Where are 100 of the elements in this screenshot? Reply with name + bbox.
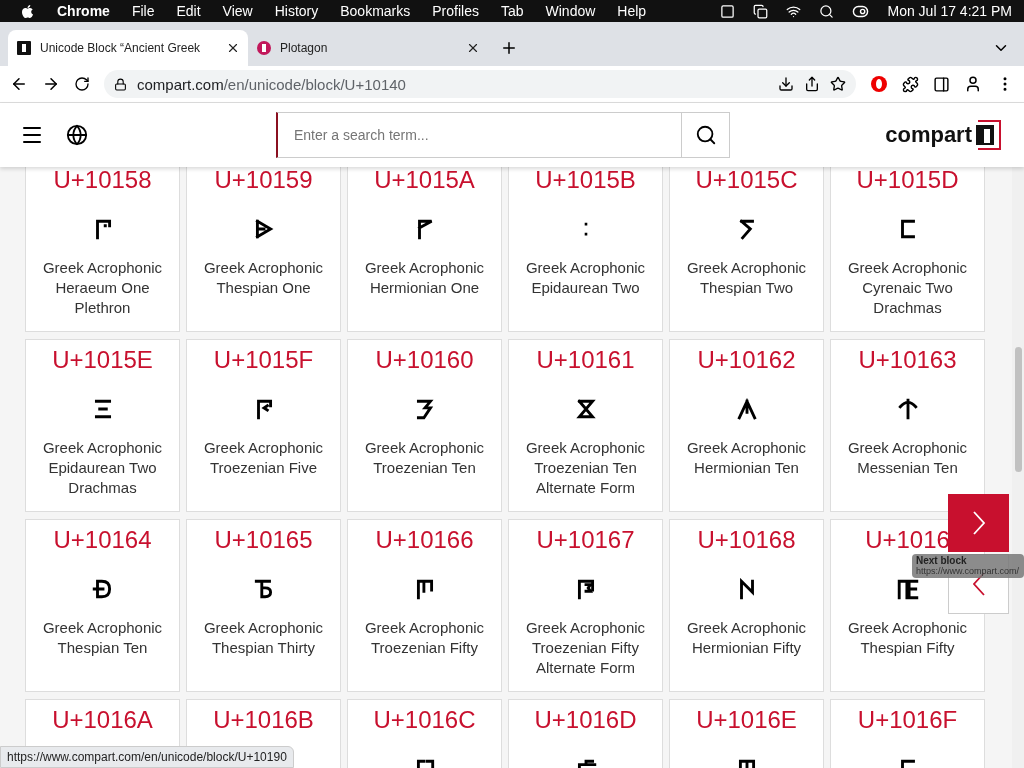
bookmark-star-icon[interactable] [830,76,846,92]
character-name: Greek Acrophonic Thespian Ten [41,618,164,658]
menu-item[interactable]: Profiles [432,3,479,19]
code-point: U+1016B [213,708,314,732]
symbol-icon [91,578,114,600]
character-card[interactable]: U+1015C Greek Acrophonic Thespian Two [669,167,824,332]
character-card[interactable]: U+10164 Greek Acrophonic Thespian Ten [25,519,180,692]
character-card[interactable]: U+10168 Greek Acrophonic Hermionian Fifty [669,519,824,692]
menu-app-name[interactable]: Chrome [57,3,110,19]
code-point: U+1016F [857,708,958,732]
character-name: Greek Acrophonic Messenian Ten [846,438,969,478]
character-name: Greek Acrophonic Troezenian Fifty Alternate Form [524,618,647,678]
character-name: Greek Acrophonic Heraeum One Plethron [41,258,164,318]
code-point: U+1015A [374,168,475,192]
character-card[interactable]: U+1015D Greek Acrophonic Cyrenaic Two Drachmas [830,167,985,332]
symbol-icon [252,578,275,600]
new-tab-icon[interactable] [500,39,518,57]
tooltip-title: Next block [916,556,968,566]
character-card[interactable]: U+10163 Greek Acrophonic Messenian Ten [830,339,985,512]
close-icon[interactable] [226,41,240,55]
menu-item[interactable]: History [274,3,319,19]
character-card[interactable]: U+10165 Greek Acrophonic Thespian Thirty [186,519,341,692]
character-name: Greek Acrophonic Hermionian Ten [685,438,808,478]
square-icon[interactable] [720,3,736,19]
code-point: U+1016C [373,708,476,732]
character-card[interactable]: U+1016F [830,699,985,768]
menu-item[interactable]: Tab [500,3,524,19]
character-name: Greek Acrophonic Thespian Fifty [846,618,969,658]
code-point: U+1015B [535,168,636,192]
search-icon[interactable] [819,3,835,19]
apple-icon[interactable] [20,3,35,19]
code-point: U+1015D [856,168,959,192]
menu-item[interactable]: File [131,3,155,19]
globe-icon[interactable] [66,124,88,146]
close-icon[interactable] [466,41,480,55]
code-point: U+10158 [53,168,152,192]
code-point: U+1016A [52,708,153,732]
code-point: U+10159 [214,168,313,192]
side-panel-icon[interactable] [933,75,950,93]
code-point: U+1016D [534,708,637,732]
character-name: Greek Acrophonic Troezenian Ten [363,438,486,478]
code-point: U+10166 [375,528,474,552]
symbol-icon [735,398,758,420]
favicon-icon [16,40,32,56]
menu-item[interactable]: Window [545,3,596,19]
menu-item[interactable]: Help [617,3,647,19]
tab-title: Plotagon [280,41,329,55]
character-name: Greek Acrophonic Cyrenaic Two Drachmas [846,258,969,318]
symbol-icon [574,398,597,420]
extensions-icon[interactable] [902,75,919,93]
search-icon [694,124,717,146]
character-name: Greek Acrophonic Hermionian One [363,258,486,298]
menu-item[interactable]: View [222,3,253,19]
code-point: U+1015C [695,168,798,192]
menu-clock[interactable]: Mon Jul 17 4:21 PM [887,3,1012,19]
character-name: Greek Acrophonic Troezenian Fifty [363,618,486,658]
windows-icon[interactable] [753,3,769,19]
character-name: Greek Acrophonic Epidaurean Two [524,258,647,298]
character-card[interactable]: U+1016C [347,699,502,768]
character-card[interactable]: U+10158 Greek Acrophonic Heraeum One Plethron [25,167,180,332]
address-bar[interactable]: compart.com/en/unicode/block/U+10140 [104,70,856,98]
code-point: U+10163 [858,348,957,372]
character-card[interactable]: U+10160 Greek Acrophonic Troezenian Ten [347,339,502,512]
browser-tab[interactable]: Plotagon [248,30,488,66]
character-card[interactable]: U+10161 Greek Acrophonic Troezenian Ten Alternate Form [508,339,663,512]
character-name: Greek Acrophonic Thespian Thirty [202,618,325,658]
character-card[interactable]: U+1016E [669,699,824,768]
character-card[interactable]: U+10162 Greek Acrophonic Hermionian Ten [669,339,824,512]
character-card[interactable]: U+10159 Greek Acrophonic Thespian One [186,167,341,332]
favicon-icon [256,40,272,56]
code-point: U+10162 [697,348,796,372]
menu-item[interactable]: Bookmarks [340,3,411,19]
character-card[interactable]: U+1015A Greek Acrophonic Hermionian One [347,167,502,332]
menu-item[interactable]: Edit [176,3,201,19]
character-card[interactable]: U+1015E Greek Acrophonic Epidaurean Two Drachmas [25,339,180,512]
code-point: U+1016 [865,528,950,552]
character-card[interactable]: U+10166 Greek Acrophonic Troezenian Fifty [347,519,502,692]
character-card[interactable]: U+1015B Greek Acrophonic Epidaurean Two [508,167,663,332]
download-icon[interactable] [778,76,794,92]
forward-icon[interactable] [42,75,60,93]
status-url-tooltip: https://www.compart.com/en/unicode/block/U+10190 [0,746,294,768]
profile-icon[interactable] [964,75,982,93]
character-card[interactable]: U+10167 Greek Acrophonic Troezenian Fifty Alternate Form [508,519,663,692]
reload-icon[interactable] [74,76,90,92]
back-icon[interactable] [10,75,28,93]
wifi-icon[interactable] [786,3,802,19]
lock-icon [114,77,127,91]
browser-tab[interactable]: Unicode Block “Ancient Greek [8,30,248,66]
opera-extension-icon[interactable] [870,75,888,93]
character-card[interactable]: U+1015F Greek Acrophonic Troezenian Five [186,339,341,512]
search-box[interactable]: Enter a search term... [276,112,730,158]
code-point: U+10167 [536,528,635,552]
character-card[interactable]: U+1016D [508,699,663,768]
logo-text[interactable]: compart [885,122,972,148]
share-icon[interactable] [804,76,820,92]
logo-mark-icon[interactable] [974,119,1004,151]
code-point: U+10160 [375,348,474,372]
symbol-icon [896,398,919,420]
url-text: compart.com/en/unicode/block/U+10140 [137,75,406,93]
tab-title: Unicode Block “Ancient Greek [40,41,202,55]
